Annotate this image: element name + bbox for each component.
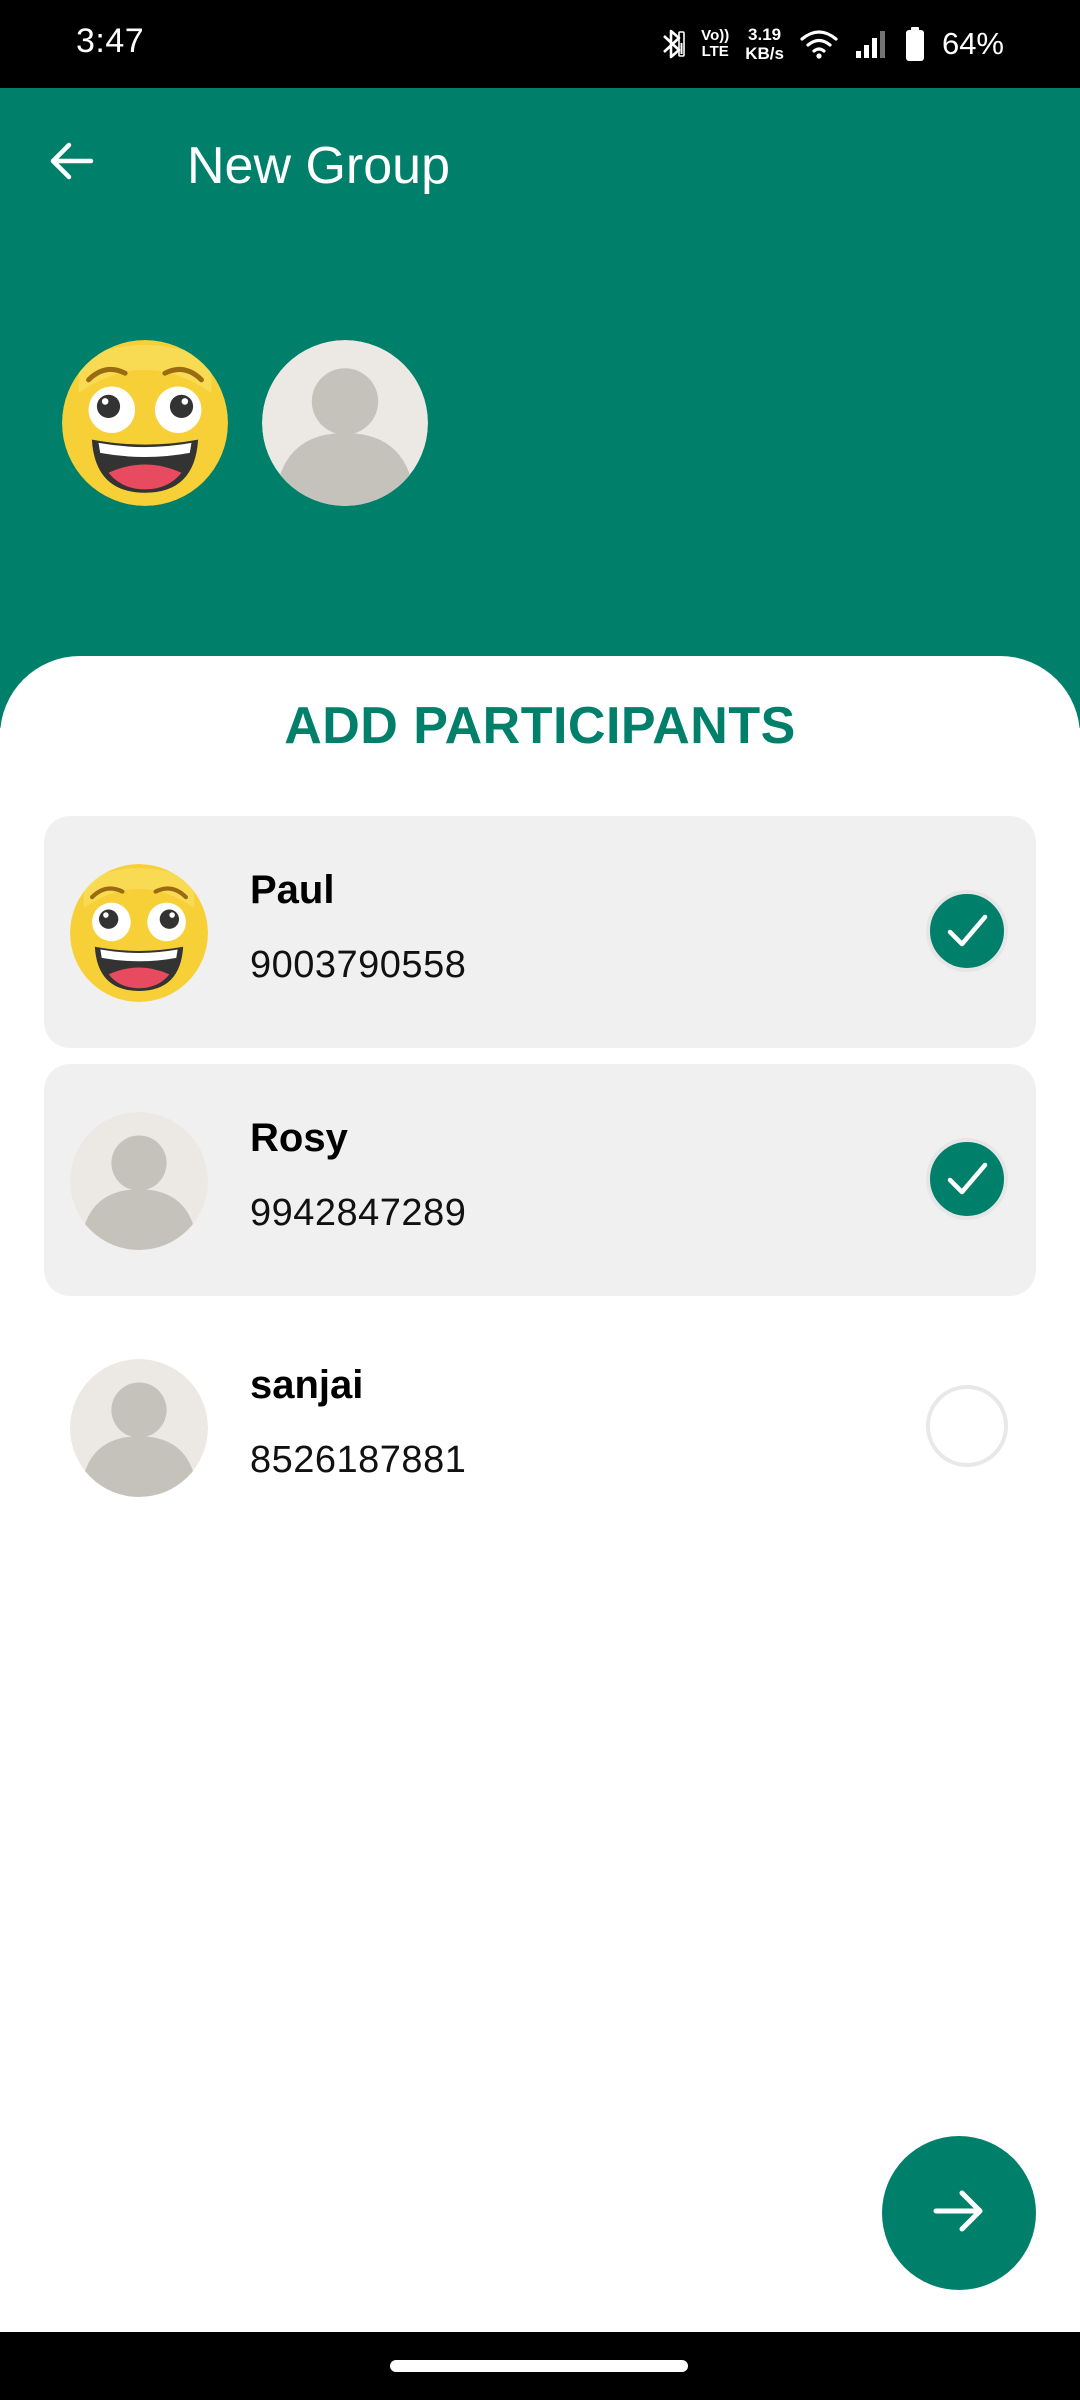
status-icons: Vo)) LTE 3.19 KB/s 64% — [659, 20, 1004, 68]
volte-icon: Vo)) LTE — [701, 28, 729, 60]
status-time: 3:47 — [76, 22, 145, 60]
bluetooth-icon — [659, 27, 685, 61]
default-person-avatar — [70, 1359, 208, 1497]
wifi-icon — [800, 29, 838, 59]
laughing-emoji-avatar — [70, 864, 208, 1002]
contact-row[interactable]: Rosy 9942847289 — [44, 1064, 1036, 1296]
status-bar: 3:47 Vo)) LTE 3.19 KB/s 64% — [0, 0, 1080, 88]
selected-participant-avatar[interactable] — [62, 340, 228, 506]
default-person-avatar — [262, 340, 428, 506]
selected-participants — [62, 340, 428, 506]
next-button[interactable] — [882, 2136, 1036, 2290]
signal-icon — [854, 29, 888, 59]
battery-icon — [904, 26, 926, 62]
selection-checkbox[interactable] — [926, 1138, 1008, 1220]
app-header: New Group — [0, 88, 1080, 728]
laughing-emoji-avatar — [62, 340, 228, 506]
contact-avatar — [70, 864, 208, 1002]
contact-phone: 9003790558 — [250, 944, 467, 986]
volte-top-label: Vo)) — [701, 27, 730, 44]
contact-name: sanjai — [250, 1363, 364, 1407]
check-icon — [947, 914, 988, 947]
battery-percentage: 64% — [941, 26, 1004, 61]
page-title: New Group — [187, 137, 450, 195]
contact-name: Paul — [250, 868, 335, 912]
participants-sheet: ADD PARTICIPANTS Paul 9003790558 Rosy 99… — [0, 656, 1080, 2332]
arrow-left-icon — [47, 137, 95, 190]
contact-avatar — [70, 1112, 208, 1250]
home-gesture-handle[interactable] — [390, 2360, 688, 2372]
network-speed-unit: KB/s — [745, 44, 784, 63]
contact-name: Rosy — [250, 1116, 348, 1160]
selected-participant-avatar[interactable] — [262, 340, 428, 506]
navigation-bar — [0, 2332, 1080, 2400]
selection-checkbox[interactable] — [926, 890, 1008, 972]
contact-avatar — [70, 1359, 208, 1497]
section-title: ADD PARTICIPANTS — [284, 697, 796, 755]
network-speed-value: 3.19 — [748, 25, 782, 44]
contact-phone: 8526187881 — [250, 1439, 467, 1481]
check-icon — [947, 1162, 988, 1195]
contact-phone: 9942847289 — [250, 1192, 467, 1234]
default-person-avatar — [70, 1112, 208, 1250]
network-speed: 3.19 KB/s — [745, 25, 784, 63]
contact-row[interactable]: sanjai 8526187881 — [44, 1311, 1036, 1543]
volte-bottom-label: LTE — [701, 43, 729, 60]
arrow-right-icon — [930, 2182, 988, 2245]
back-button[interactable] — [36, 128, 106, 198]
screen: 3:47 Vo)) LTE 3.19 KB/s 64% New Group AD… — [0, 0, 1080, 2400]
selection-checkbox[interactable] — [926, 1385, 1008, 1467]
contact-row[interactable]: Paul 9003790558 — [44, 816, 1036, 1048]
